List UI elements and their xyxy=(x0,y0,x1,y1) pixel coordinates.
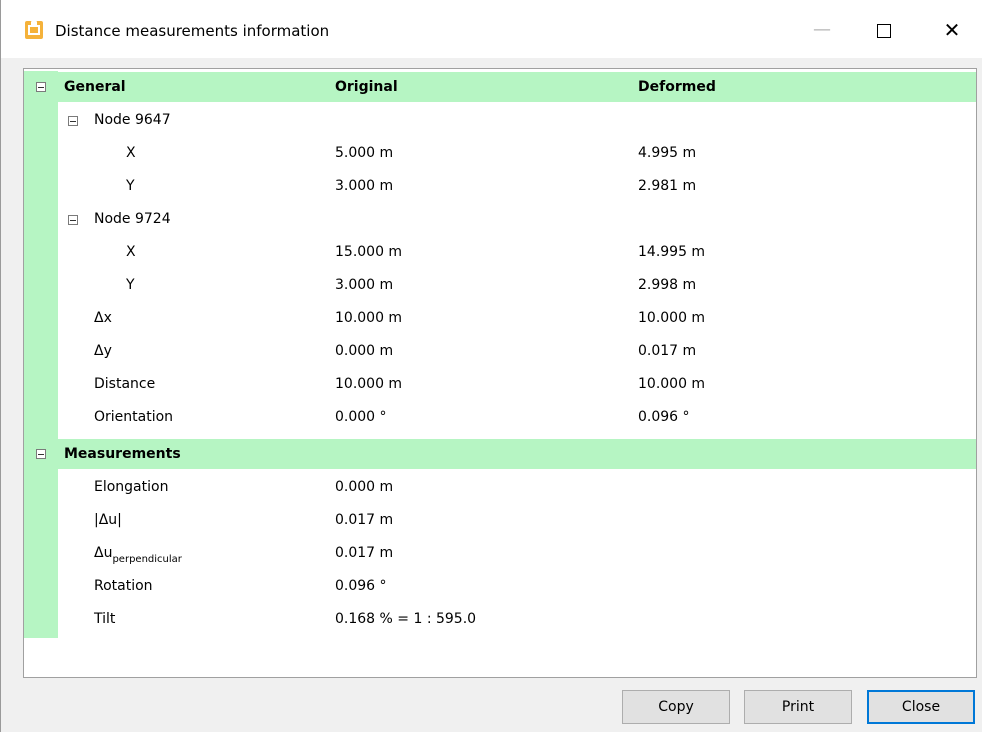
table-row: Δuperpendicular 0.017 m xyxy=(24,537,976,569)
property-name: Tilt xyxy=(94,611,116,627)
table-row: Distance 10.000 m 10.000 m xyxy=(24,368,976,400)
measurement-value: 0.000 m xyxy=(335,479,394,495)
node-row[interactable]: Node 9724 xyxy=(24,203,976,235)
window-title: Distance measurements information xyxy=(55,22,330,40)
title-bar: Distance measurements information — ✕ xyxy=(1,0,982,58)
original-column-header: Original xyxy=(335,79,398,95)
original-value: 0.000 ° xyxy=(335,409,387,425)
property-name: Orientation xyxy=(94,409,174,425)
measurement-value: 0.017 m xyxy=(335,512,394,528)
property-name: Δx xyxy=(94,310,112,326)
deformed-value: 10.000 m xyxy=(638,310,706,326)
deformed-value: 14.995 m xyxy=(638,244,706,260)
table-row: X 15.000 m 14.995 m xyxy=(24,236,976,268)
property-name: Δy xyxy=(94,343,112,359)
table-row: Δx 10.000 m 10.000 m xyxy=(24,302,976,334)
property-name: Y xyxy=(126,277,135,293)
close-button[interactable]: Close xyxy=(867,690,975,724)
original-value: 10.000 m xyxy=(335,310,403,326)
property-name-subscript: perpendicular xyxy=(112,554,182,565)
original-value: 0.000 m xyxy=(335,343,394,359)
property-name: Y xyxy=(126,178,135,194)
measurement-value: 0.168 % = 1 : 595.0 xyxy=(335,611,477,627)
property-name: Rotation xyxy=(94,578,153,594)
property-name: Elongation xyxy=(94,479,169,495)
print-button[interactable]: Print xyxy=(744,690,852,724)
node-label: Node 9724 xyxy=(94,211,171,227)
measurement-value: 0.096 ° xyxy=(335,578,387,594)
table-row: Y 3.000 m 2.981 m xyxy=(24,170,976,202)
copy-button[interactable]: Copy xyxy=(622,690,730,724)
deformed-value: 4.995 m xyxy=(638,145,697,161)
original-value: 5.000 m xyxy=(335,145,394,161)
collapse-icon[interactable] xyxy=(36,449,46,459)
table-row: Rotation 0.096 ° xyxy=(24,570,976,602)
table-row: Orientation 0.000 ° 0.096 ° xyxy=(24,401,976,433)
measurements-label: Measurements xyxy=(64,446,181,462)
node-label: Node 9647 xyxy=(94,112,171,128)
table-row: Y 3.000 m 2.998 m xyxy=(24,269,976,301)
measurement-value: 0.017 m xyxy=(335,545,394,561)
original-value: 10.000 m xyxy=(335,376,403,392)
table-row: Δy 0.000 m 0.017 m xyxy=(24,335,976,367)
property-name: |Δu| xyxy=(94,512,122,528)
table-row: Tilt 0.168 % = 1 : 595.0 xyxy=(24,603,976,635)
property-name: X xyxy=(126,145,136,161)
property-name: Distance xyxy=(94,376,156,392)
collapse-icon[interactable] xyxy=(68,215,78,225)
general-header-row: General Original Deformed xyxy=(24,72,976,102)
table-row: X 5.000 m 4.995 m xyxy=(24,137,976,169)
original-value: 15.000 m xyxy=(335,244,403,260)
info-tree-panel: General Original Deformed Node 9647 X 5.… xyxy=(23,68,977,678)
property-name: Δuperpendicular xyxy=(94,537,182,571)
deformed-value: 10.000 m xyxy=(638,376,706,392)
general-label: General xyxy=(64,79,126,95)
table-row: Elongation 0.000 m xyxy=(24,471,976,503)
collapse-icon[interactable] xyxy=(36,82,46,92)
node-row[interactable]: Node 9647 xyxy=(24,104,976,136)
minimize-icon[interactable]: — xyxy=(807,16,837,44)
measurements-header-row: Measurements xyxy=(24,439,976,469)
collapse-icon[interactable] xyxy=(68,116,78,126)
dialog-window: Distance measurements information — ✕ Ge… xyxy=(0,0,982,732)
maximize-icon[interactable] xyxy=(869,16,899,44)
table-row: |Δu| 0.017 m xyxy=(24,504,976,536)
deformed-column-header: Deformed xyxy=(638,79,716,95)
original-value: 3.000 m xyxy=(335,178,394,194)
deformed-value: 0.017 m xyxy=(638,343,697,359)
close-icon[interactable]: ✕ xyxy=(937,16,967,44)
deformed-value: 2.998 m xyxy=(638,277,697,293)
property-name-main: Δu xyxy=(94,545,113,561)
deformed-value: 0.096 ° xyxy=(638,409,690,425)
deformed-value: 2.981 m xyxy=(638,178,697,194)
original-value: 3.000 m xyxy=(335,277,394,293)
app-icon xyxy=(25,21,43,39)
property-name: X xyxy=(126,244,136,260)
